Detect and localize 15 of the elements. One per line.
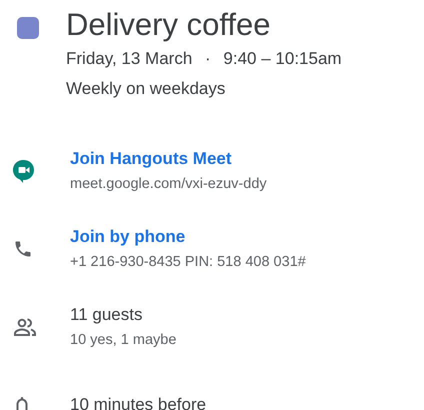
event-date: Friday, 13 March bbox=[66, 49, 192, 68]
join-link[interactable]: Join by phone bbox=[70, 224, 306, 250]
people-icon bbox=[13, 317, 37, 337]
detail-subtext: 10 yes, 1 maybe bbox=[70, 331, 176, 350]
recurrence-text: Weekly on weekdays bbox=[66, 78, 226, 100]
separator-dot: · bbox=[205, 49, 211, 68]
detail-text: 10 minutes before bbox=[70, 394, 206, 410]
detail-subtext: +1 216-930-8435 PIN: 518 408 031# bbox=[70, 253, 306, 272]
detail-text: 11 guests bbox=[70, 304, 144, 326]
phone-icon bbox=[13, 239, 33, 259]
event-title: Delivery coffee bbox=[66, 6, 272, 44]
event-time: 9:40 – 10:15am bbox=[223, 49, 342, 68]
join-link[interactable]: Join Hangouts Meet bbox=[70, 146, 267, 172]
video-chat-icon bbox=[13, 159, 35, 183]
detail-subtext: meet.google.com/vxi-ezuv-ddy bbox=[70, 175, 267, 194]
